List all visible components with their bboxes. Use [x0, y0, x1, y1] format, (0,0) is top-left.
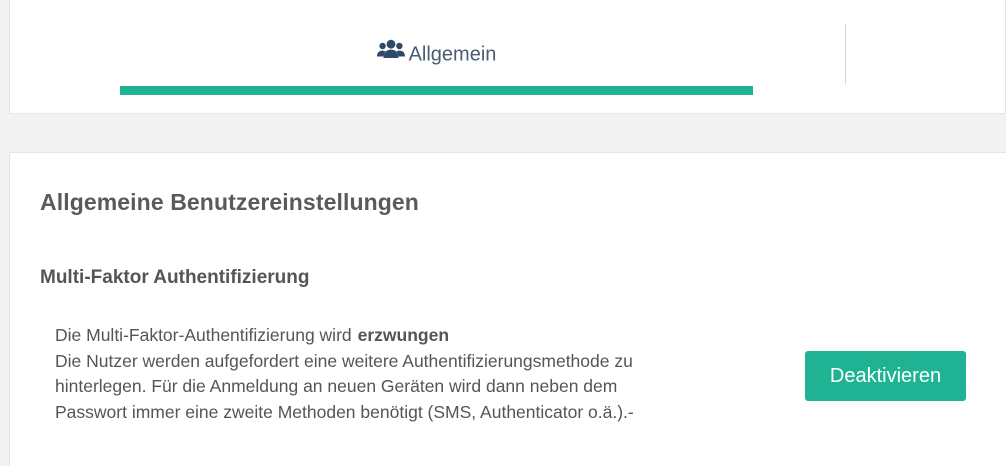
- section-title: Multi-Faktor Authentifizierung: [40, 267, 310, 288]
- mfa-status-prefix: Die Multi-Faktor-Authentifizierung wird: [55, 325, 352, 345]
- mfa-description: Die Multi-Faktor-Authentifizierung wird e…: [55, 323, 775, 425]
- tab-bar: Allgemein: [9, 0, 1006, 114]
- description-line: Die Nutzer werden aufgefordert eine weit…: [55, 350, 633, 371]
- active-tab-indicator: [120, 86, 753, 95]
- users-icon: [376, 39, 405, 67]
- panel-title: Allgemeine Benutzereinstellungen: [40, 189, 419, 215]
- settings-panel: Allgemeine Benutzereinstellungen Multi-F…: [9, 152, 1006, 466]
- tab-label: Allgemein: [408, 43, 497, 66]
- tab-content: Allgemein: [120, 39, 753, 69]
- mfa-status-line: Die Multi-Faktor-Authentifizierung wird e…: [55, 323, 775, 349]
- description-line: Passwort immer eine zweite Methoden benö…: [55, 401, 634, 422]
- mfa-status-value: erzwungen: [357, 325, 450, 345]
- deactivate-button[interactable]: Deaktivieren: [805, 351, 966, 401]
- description-line: hinterlegen. Für die Anmeldung an neuen …: [55, 376, 618, 396]
- tab-allgemein[interactable]: Allgemein: [120, 0, 753, 95]
- tab-divider: [845, 24, 846, 84]
